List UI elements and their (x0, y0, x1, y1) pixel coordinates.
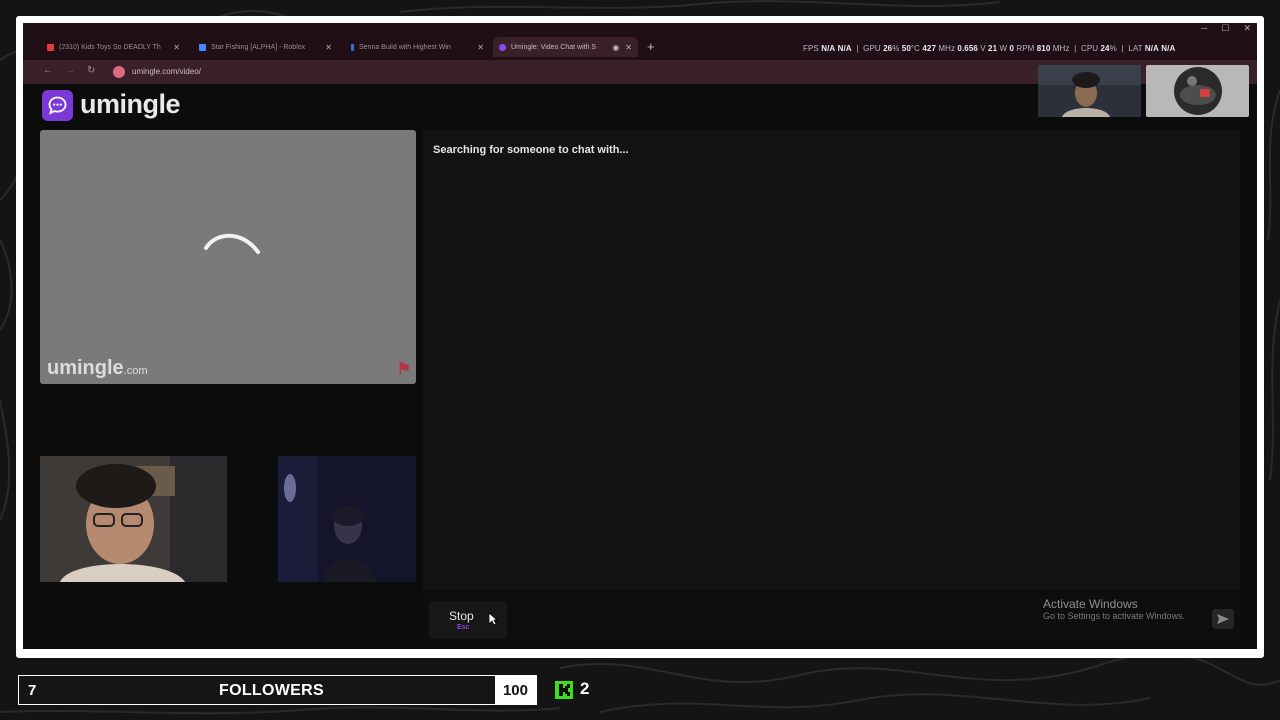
stop-label: Stop (449, 609, 474, 623)
followers-label: FOLLOWERS (219, 682, 324, 699)
watermark-tld: .com (123, 365, 148, 377)
tab-title: Star Fishing [ALPHA] - Roblox (211, 43, 306, 51)
tab-bar: (2310) Kids Toys So DEADLY Th ✕ Star Fis… (23, 23, 1257, 60)
forward-arrow-icon[interactable]: → (65, 65, 75, 76)
tab-senna-build[interactable]: Senna Build with Highest Win ✕ (345, 37, 490, 57)
followers-goal: 100 (502, 682, 528, 699)
tab-title: Senna Build with Highest Win (359, 43, 451, 51)
cpu-label: CPU (1080, 44, 1099, 53)
cpu-load: 24 (1100, 44, 1110, 53)
report-flag-icon[interactable]: ⚑ (397, 359, 411, 379)
fps-value-2: N/A (837, 44, 852, 53)
window-close-icon[interactable]: ✕ (1243, 23, 1251, 34)
new-tab-button[interactable]: + (647, 39, 655, 54)
gpu-mem-clock: 810 (1036, 44, 1051, 53)
site-favicon-icon (351, 43, 354, 51)
tab-close-icon[interactable]: ✕ (325, 43, 332, 52)
streamer-webcam (1038, 65, 1141, 117)
umingle-logo-text[interactable]: umingle (80, 89, 181, 120)
activate-windows-title: Activate Windows (1043, 597, 1138, 611)
window-controls: ─ ☐ ✕ (1201, 23, 1251, 34)
maximize-icon[interactable]: ☐ (1221, 23, 1229, 34)
fps-value: N/A (821, 44, 836, 53)
followers-current: 7 (28, 682, 37, 699)
chat-bubble-icon (48, 96, 67, 115)
recording-indicator-icon: ◉ (612, 42, 620, 52)
tab-umingle[interactable]: Umingle: Video Chat with S ◉ ✕ (493, 37, 638, 57)
tab-close-icon[interactable]: ✕ (625, 43, 632, 52)
self-video (40, 456, 227, 582)
youtube-favicon-icon (47, 43, 54, 51)
activate-windows-subtitle: Go to Settings to activate Windows. (1043, 611, 1186, 621)
stop-shortcut-hint: Esc (457, 624, 470, 631)
umingle-logo-mark[interactable] (42, 90, 73, 121)
roblox-favicon-icon (199, 43, 206, 51)
site-info-icon[interactable] (113, 66, 125, 78)
lat-value: N/A (1144, 44, 1159, 53)
tab-roblox[interactable]: Star Fishing [ALPHA] - Roblox ✕ (193, 37, 338, 57)
send-icon (1217, 614, 1229, 624)
fps-label: FPS (803, 44, 819, 53)
mouse-cursor-icon (488, 612, 498, 626)
performance-overlay: FPS N/A N/A | GPU 26% 50°C 427 MHz 0.656… (803, 44, 1176, 53)
browser-window: (2310) Kids Toys So DEADLY Th ✕ Star Fis… (23, 23, 1257, 649)
chat-panel: Searching for someone to chat with... (423, 130, 1240, 590)
lat-value-2: N/A (1161, 44, 1176, 53)
lat-label: LAT (1128, 44, 1143, 53)
tab-close-icon[interactable]: ✕ (477, 43, 484, 52)
gpu-clock: 427 (922, 44, 937, 53)
gpu-fan: 0 (1009, 44, 1015, 53)
follower-goal-bar: 7 FOLLOWERS 100 (18, 675, 537, 705)
gpu-load: 26 (883, 44, 893, 53)
url-field[interactable]: umingle.com/video/ (132, 67, 201, 76)
send-button[interactable] (1212, 609, 1234, 629)
back-arrow-icon[interactable]: ← (43, 65, 53, 76)
gpu-voltage: 0.656 (957, 44, 978, 53)
minimize-icon[interactable]: ─ (1201, 23, 1207, 34)
chat-status-message: Searching for someone to chat with... (433, 144, 629, 156)
tab-title: (2310) Kids Toys So DEADLY Th (59, 43, 161, 51)
umingle-watermark: umingle.com (47, 357, 148, 380)
gpu-label: GPU (863, 44, 881, 53)
tab-youtube[interactable]: (2310) Kids Toys So DEADLY Th ✕ (41, 37, 186, 57)
gpu-temp: 50 (901, 44, 911, 53)
stranger-video-panel: umingle.com ⚑ (40, 130, 416, 384)
umingle-favicon-icon (499, 43, 506, 51)
stop-button[interactable]: Stop Esc (429, 601, 507, 639)
tab-title: Umingle: Video Chat with S (511, 43, 597, 51)
kick-viewer-count: 2 (580, 679, 590, 698)
reload-icon[interactable]: ↻ (87, 65, 95, 76)
watermark-text: umingle (47, 357, 124, 379)
kick-logo-icon (555, 681, 573, 699)
gpu-power: 21 (988, 44, 998, 53)
loading-spinner-icon (204, 233, 260, 254)
tab-close-icon[interactable]: ✕ (173, 43, 180, 52)
secondary-camera-video (278, 456, 416, 582)
guest-webcam (1146, 65, 1249, 117)
